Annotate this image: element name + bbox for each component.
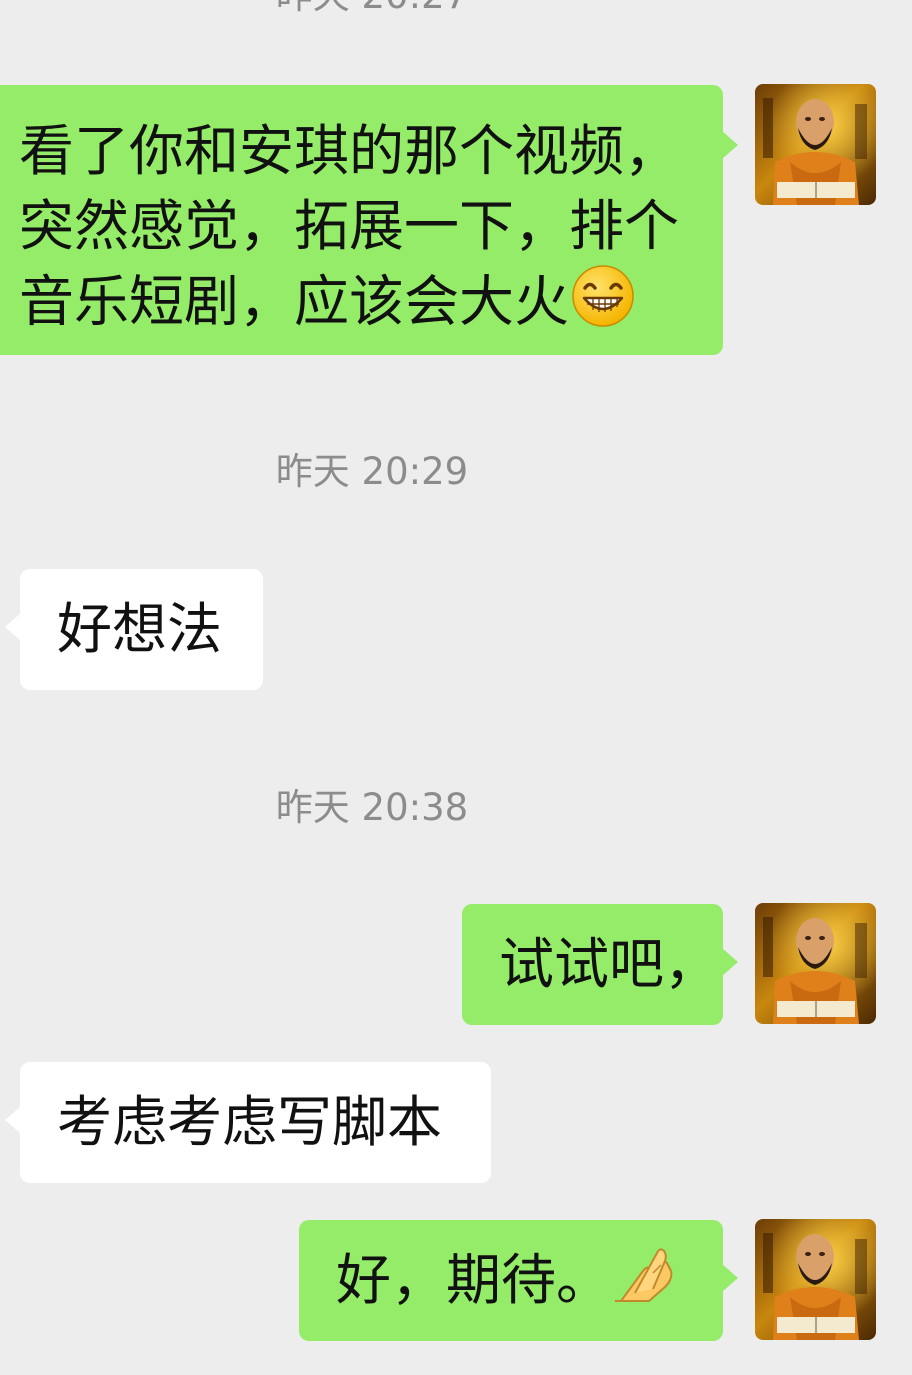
message-text: 好想法 — [57, 597, 223, 661]
grinning-face-emoji-icon — [571, 264, 635, 347]
message-line: 突然感觉，拓展一下，排个 — [19, 194, 680, 258]
monk-avatar-icon[interactable] — [755, 903, 876, 1024]
message-bubble-outgoing[interactable]: 好，期待。 — [299, 1220, 738, 1341]
message-line: 音乐短剧，应该会大火 — [19, 264, 723, 347]
timestamp: 昨天 20:29 — [275, 450, 469, 493]
message-line-text: 音乐短剧，应该会大火 — [19, 269, 570, 334]
timestamp: 昨天 20:38 — [275, 786, 469, 829]
message-line: 好，期待。 — [336, 1243, 723, 1324]
message-line: 看了你和安琪的那个视频， — [19, 119, 680, 183]
message-text: 好，期待。 — [336, 1248, 612, 1312]
message-bubble-outgoing[interactable]: 看了你和安琪的那个视频， 突然感觉，拓展一下，排个 音乐短剧，应该会大火 — [0, 85, 738, 355]
message-text: 考虑考虑写脚本 — [57, 1090, 443, 1154]
monk-avatar-icon[interactable] — [755, 84, 876, 205]
message-text: 试试吧， — [499, 932, 720, 996]
message-bubble-incoming[interactable]: 好想法 — [5, 569, 263, 690]
message-bubble-incoming[interactable]: 考虑考虑写脚本 — [5, 1062, 491, 1183]
message-bubble-outgoing[interactable]: 试试吧， — [462, 904, 738, 1025]
monk-avatar-icon[interactable] — [755, 1219, 876, 1340]
timestamp-partial: 昨天 20:27 — [0, 0, 744, 18]
folded-hands-emoji-icon — [613, 1243, 679, 1324]
